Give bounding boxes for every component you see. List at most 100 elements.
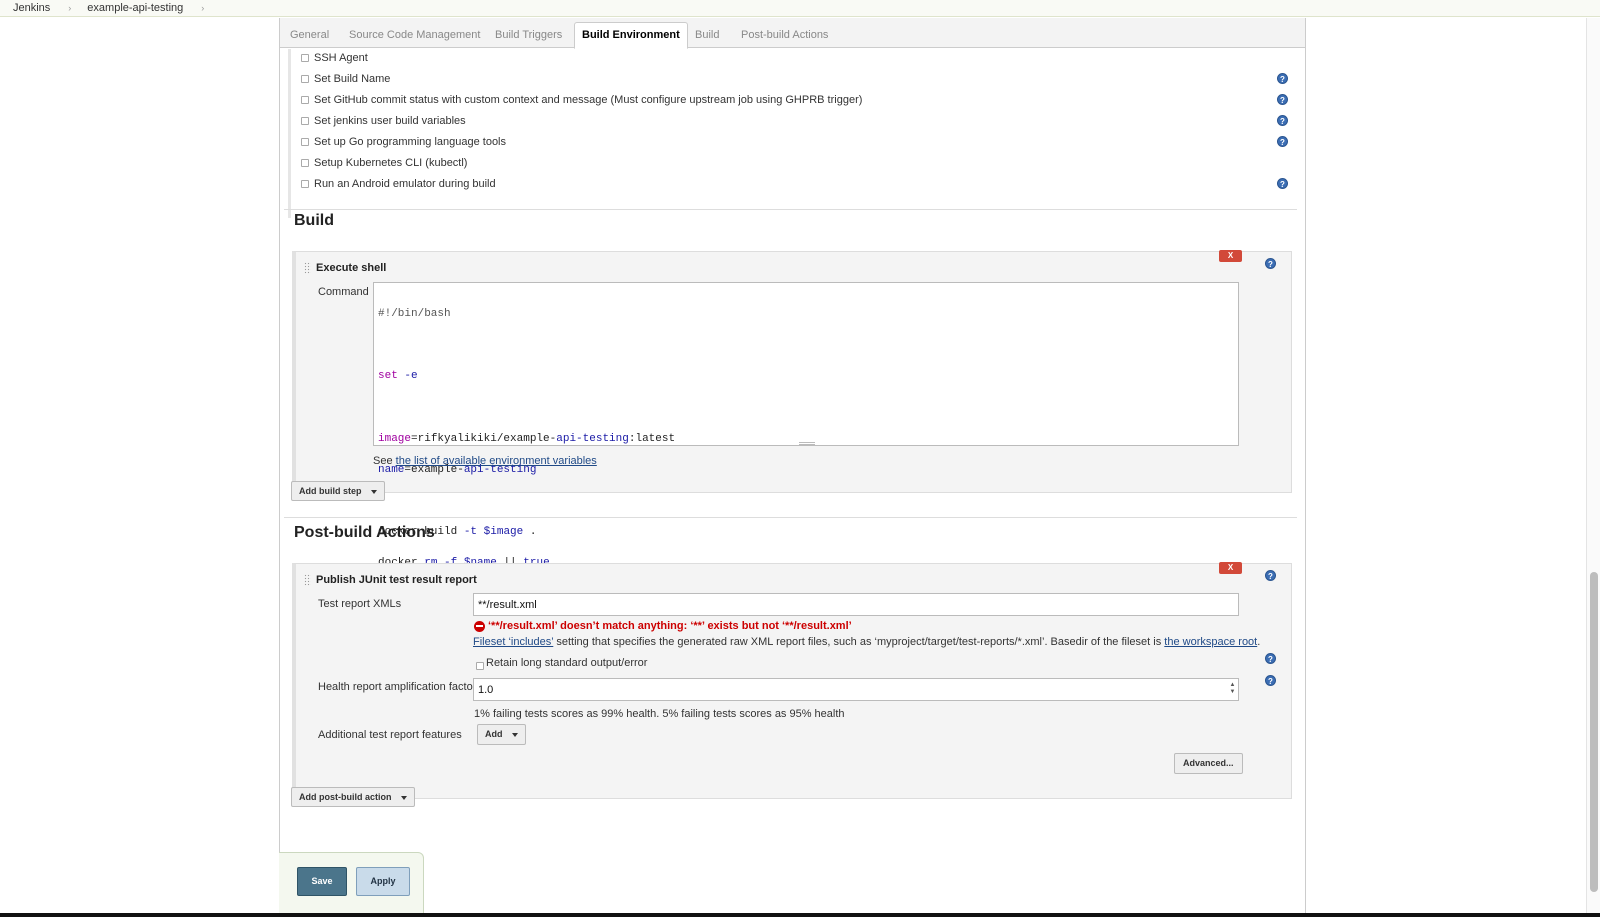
retain-output-label: Retain long standard output/error (486, 657, 648, 669)
command-editor[interactable]: #!/bin/bash set -e image=rifkyalikiki/ex… (373, 282, 1239, 632)
caret-down-icon (511, 733, 518, 737)
fileset-description: Fileset ‘includes’ setting that specifie… (473, 636, 1260, 648)
option-label: Set jenkins user build variables (314, 115, 466, 127)
step-title: Publish JUnit test result report (316, 574, 477, 586)
option-kubectl[interactable]: Setup Kubernetes CLI (kubectl) (301, 155, 467, 171)
health-factor-label: Health report amplification factor (318, 681, 477, 693)
health-factor-hint: 1% failing tests scores as 99% health. 5… (474, 708, 845, 720)
breadcrumb-jenkins[interactable]: Jenkins (13, 2, 50, 14)
additional-features-label: Additional test report features (318, 729, 462, 741)
scrollbar-thumb[interactable] (1590, 572, 1598, 892)
junit-step: Publish JUnit test result report X Test … (292, 562, 1292, 799)
workspace-root-link[interactable]: the workspace root (1164, 636, 1257, 648)
config-form: General Source Code Management Build Tri… (279, 18, 1306, 917)
apply-button[interactable]: Apply (356, 867, 410, 896)
help-icon[interactable]: ? (1277, 94, 1288, 105)
post-build-section-title: Post-build Actions (294, 524, 435, 541)
chevron-right-icon[interactable]: › (68, 3, 71, 13)
option-go-tools[interactable]: Set up Go programming language tools (301, 134, 506, 150)
option-label: SSH Agent (314, 52, 368, 64)
delete-step-button[interactable]: X (1219, 562, 1242, 574)
caret-down-icon (400, 796, 407, 800)
help-icon[interactable]: ? (1277, 136, 1288, 147)
drag-handle-icon[interactable] (304, 574, 311, 586)
window-bottom-edge (0, 913, 1600, 917)
breadcrumb: Jenkins › example-api-testing › (0, 0, 1600, 17)
error-circle-icon (474, 621, 485, 632)
config-tabbar: General Source Code Management Build Tri… (280, 18, 1305, 49)
button-label: Add build step (299, 486, 362, 496)
description-text: setting that specifies the generated raw… (556, 636, 1162, 648)
code-line: docker build -t $image . (378, 526, 537, 539)
tab-general[interactable]: General (290, 29, 329, 41)
tab-post-build-actions[interactable]: Post-build Actions (741, 29, 828, 41)
tab-build-triggers[interactable]: Build Triggers (495, 29, 562, 41)
option-android-emulator[interactable]: Run an Android emulator during build (301, 176, 496, 192)
help-icon[interactable]: ? (1265, 653, 1276, 664)
help-icon[interactable]: ? (1277, 73, 1288, 84)
env-vars-hint: See the list of available environment va… (373, 455, 597, 467)
button-label: Add post-build action (299, 792, 392, 802)
section-divider (284, 209, 1297, 210)
page-scrollbar[interactable] (1586, 18, 1600, 917)
caret-down-icon (370, 490, 377, 494)
description-end: . (1257, 636, 1261, 648)
health-factor-input[interactable] (473, 678, 1239, 701)
execute-shell-step: Execute shell X Command #!/bin/bash set … (292, 250, 1292, 632)
code-line: set -e (378, 370, 418, 383)
help-icon[interactable]: ? (1277, 115, 1288, 126)
resize-handle-icon[interactable] (799, 442, 815, 445)
button-label: Add (485, 729, 503, 739)
checkbox[interactable] (301, 180, 309, 188)
option-label: Run an Android emulator during build (314, 178, 496, 190)
option-jenkins-user-vars[interactable]: Set jenkins user build variables (301, 113, 466, 129)
step-title: Execute shell (316, 262, 387, 274)
advanced-button[interactable]: Advanced... (1174, 753, 1243, 774)
option-label: Set up Go programming language tools (314, 136, 507, 148)
help-icon[interactable]: ? (1265, 570, 1276, 581)
option-label: Set Build Name (314, 73, 391, 85)
checkbox[interactable] (301, 159, 309, 167)
section-divider (284, 517, 1297, 518)
build-environment-options: SSH Agent Set Build Name Set GitHub comm… (288, 49, 1293, 218)
option-github-commit-status[interactable]: Set GitHub commit status with custom con… (301, 92, 862, 108)
save-button[interactable]: Save (297, 867, 347, 896)
see-prefix: See (373, 455, 393, 467)
add-build-step-button[interactable]: Add build step (291, 481, 385, 501)
option-label: Setup Kubernetes CLI (kubectl) (314, 157, 468, 169)
checkbox[interactable] (301, 75, 309, 83)
save-apply-bar: Save Apply (279, 852, 424, 917)
option-label: Set GitHub commit status with custom con… (314, 94, 863, 106)
number-stepper-icon[interactable]: ▲ ▼ (1229, 682, 1236, 697)
command-label: Command (318, 286, 369, 298)
test-report-label: Test report XMLs (318, 598, 402, 610)
code-line: #!/bin/bash (378, 307, 451, 320)
checkbox[interactable] (301, 54, 309, 62)
test-report-input[interactable] (473, 593, 1239, 616)
tab-build-environment[interactable]: Build Environment (574, 22, 688, 49)
checkbox[interactable] (301, 138, 309, 146)
chevron-right-icon[interactable]: › (201, 3, 204, 13)
delete-step-button[interactable]: X (1219, 250, 1242, 262)
tab-build[interactable]: Build (695, 29, 719, 41)
add-post-build-action-button[interactable]: Add post-build action (291, 787, 415, 807)
tab-source-code-management[interactable]: Source Code Management (349, 29, 480, 41)
checkbox[interactable] (301, 96, 309, 104)
option-set-build-name[interactable]: Set Build Name (301, 71, 390, 87)
help-icon[interactable]: ? (1277, 178, 1288, 189)
option-ssh-agent[interactable]: SSH Agent (301, 50, 368, 66)
fileset-includes-link[interactable]: Fileset ‘includes’ (473, 636, 553, 648)
add-feature-button[interactable]: Add (477, 724, 526, 745)
env-vars-link[interactable]: the list of available environment variab… (396, 455, 597, 467)
help-icon[interactable]: ? (1265, 675, 1276, 686)
checkbox[interactable] (301, 117, 309, 125)
breadcrumb-job[interactable]: example-api-testing (87, 2, 183, 14)
validation-error: ‘**/result.xml’ doesn’t match anything: … (488, 620, 852, 632)
build-section-title: Build (294, 212, 334, 229)
retain-output-checkbox[interactable] (476, 662, 484, 670)
help-icon[interactable]: ? (1265, 258, 1276, 269)
drag-handle-icon[interactable] (304, 262, 311, 274)
